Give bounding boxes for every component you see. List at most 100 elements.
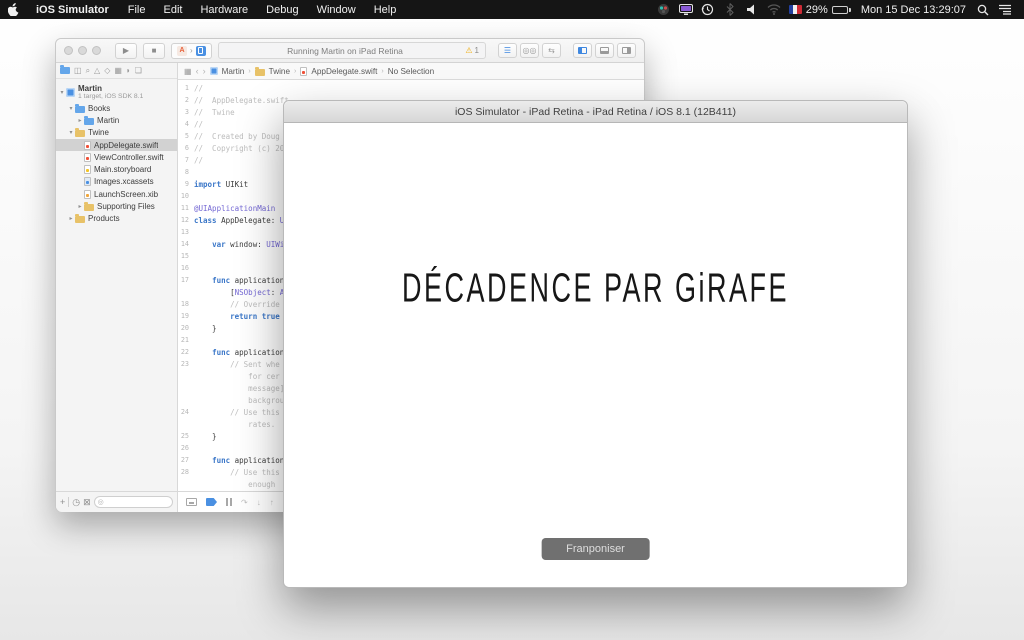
navigator-tab-project-icon[interactable]: [60, 65, 70, 76]
line-number: 25: [178, 432, 194, 440]
navigator-tab-symbols-icon[interactable]: ◫: [74, 66, 82, 75]
related-items-icon[interactable]: ▦: [184, 67, 192, 76]
run-button[interactable]: ▶: [115, 43, 137, 59]
swift-icon: [84, 153, 91, 162]
tree-item-products[interactable]: ▸Products: [56, 213, 177, 225]
breadcrumb-selection[interactable]: No Selection: [388, 67, 434, 76]
disclosure-triangle[interactable]: ▸: [67, 215, 75, 222]
navigator-toggle-button[interactable]: [573, 43, 592, 58]
line-number: 16: [178, 264, 194, 272]
back-button[interactable]: ‹: [196, 66, 199, 76]
time-machine-icon[interactable]: [699, 2, 717, 18]
breadcrumb-separator: ›: [248, 68, 250, 75]
apple-menu-icon[interactable]: [8, 3, 30, 16]
navigator-tab-breakpoints-icon[interactable]: ◗: [126, 66, 131, 75]
line-number: 12: [178, 216, 194, 224]
navigator-filter-field[interactable]: ◎: [94, 496, 173, 508]
tree-item-supporting-files[interactable]: ▸ Supporting Files: [56, 200, 177, 212]
disclosure-triangle[interactable]: ▾: [67, 129, 75, 136]
folder-icon: [255, 69, 265, 76]
navigator-tab-debug-icon[interactable]: ▦: [114, 66, 122, 75]
navigator-tab-reports-icon[interactable]: ❏: [135, 66, 142, 75]
input-source-french-flag-icon[interactable]: [789, 5, 802, 14]
warning-count[interactable]: 1: [475, 46, 479, 55]
tree-item-label: Main.storyboard: [94, 165, 151, 174]
tree-item-viewcontroller-swift[interactable]: ViewController.swift: [56, 151, 177, 163]
pause-execution-icon[interactable]: [226, 498, 232, 506]
menu-help[interactable]: Help: [374, 4, 397, 16]
app-segments-icon[interactable]: [655, 2, 673, 18]
code-text: // Use this: [194, 408, 280, 417]
tree-item-martin[interactable]: ▾Martin1 target, iOS SDK 8.1: [56, 82, 177, 102]
inspector-toggle-button[interactable]: [617, 43, 636, 58]
active-app-menu[interactable]: iOS Simulator: [36, 4, 109, 16]
menu-file[interactable]: File: [128, 4, 146, 16]
breakpoints-toggle-icon[interactable]: [206, 498, 217, 506]
source-control-filter-icon[interactable]: ⊠: [83, 497, 91, 508]
breadcrumb-group[interactable]: Twine: [269, 67, 290, 76]
tree-item-twine[interactable]: ▾Twine: [56, 127, 177, 139]
line-number: 17: [178, 276, 194, 284]
line-number: 27: [178, 456, 194, 464]
menu-hardware[interactable]: Hardware: [200, 4, 248, 16]
simulator-title-bar[interactable]: iOS Simulator - iPad Retina - iPad Retin…: [284, 101, 907, 123]
bluetooth-icon[interactable]: [721, 2, 739, 18]
navigator-tab-search-icon[interactable]: ⌕: [86, 66, 90, 76]
menu-window[interactable]: Window: [317, 4, 356, 16]
spotlight-icon[interactable]: [974, 2, 992, 18]
standard-editor-button[interactable]: ☰: [498, 43, 517, 58]
volume-icon[interactable]: [743, 2, 761, 18]
code-text: // Copyright (c) 20: [194, 144, 284, 153]
add-item-button[interactable]: +: [60, 497, 65, 507]
debug-area-toggle-button[interactable]: [595, 43, 614, 58]
code-line[interactable]: 1//: [178, 82, 644, 94]
debug-panel-toggle-icon[interactable]: [186, 498, 197, 506]
navigator-tab-issues-icon[interactable]: △: [94, 66, 100, 75]
project-icon: [210, 67, 218, 75]
version-editor-button[interactable]: ⇆: [542, 43, 561, 58]
line-number: 21: [178, 336, 194, 344]
battery-icon[interactable]: [832, 6, 851, 14]
code-text: rates.: [194, 420, 280, 429]
step-over-icon[interactable]: ↷: [241, 498, 248, 507]
display-icon[interactable]: [677, 2, 695, 18]
assistant-editor-button[interactable]: ◎◎: [520, 43, 539, 58]
tree-item-images-xcassets[interactable]: Images.xcassets: [56, 176, 177, 188]
scheme-selector[interactable]: A ›: [171, 43, 212, 59]
tree-item-martin[interactable]: ▸Martin: [56, 114, 177, 126]
breadcrumb-project[interactable]: Martin: [222, 67, 245, 76]
disclosure-triangle[interactable]: ▸: [76, 117, 84, 124]
line-number: 7: [178, 156, 194, 164]
notification-center-icon[interactable]: [996, 2, 1014, 18]
franponiser-button[interactable]: Franponiser: [541, 538, 650, 560]
stop-button[interactable]: ■: [143, 43, 165, 59]
navigator-tab-tests-icon[interactable]: ◇: [104, 66, 110, 75]
tree-item-books[interactable]: ▾Books: [56, 102, 177, 114]
tree-item-label: Supporting Files: [97, 202, 155, 211]
wifi-icon[interactable]: [765, 2, 783, 18]
tree-item-main-storyboard[interactable]: Main.storyboard: [56, 163, 177, 175]
storyboard-icon: [84, 165, 91, 174]
breadcrumb-file[interactable]: AppDelegate.swift: [311, 67, 377, 76]
forward-button[interactable]: ›: [203, 66, 206, 76]
warning-icon[interactable]: ⚠: [465, 46, 472, 55]
step-into-icon[interactable]: ↓: [257, 498, 261, 507]
navigator-tab-bar: ◫ ⌕ △ ◇ ▦ ◗ ❏: [56, 63, 177, 79]
minimize-window-button[interactable]: [78, 46, 87, 55]
menu-debug[interactable]: Debug: [266, 4, 298, 16]
line-number: 22: [178, 348, 194, 356]
activity-viewer: Running Martin on iPad Retina ⚠ 1: [218, 42, 486, 59]
menu-edit[interactable]: Edit: [163, 4, 182, 16]
tree-item-launchscreen-xib[interactable]: LaunchScreen.xib: [56, 188, 177, 200]
code-text: }: [194, 432, 217, 441]
zoom-window-button[interactable]: [92, 46, 101, 55]
disclosure-triangle[interactable]: ▾: [58, 89, 66, 96]
step-out-icon[interactable]: ↑: [270, 498, 274, 507]
close-window-button[interactable]: [64, 46, 73, 55]
recent-files-filter-icon[interactable]: ◷: [72, 497, 80, 508]
code-text: // AppDelegate.swift: [194, 96, 289, 105]
disclosure-triangle[interactable]: ▾: [67, 105, 75, 112]
menu-bar-clock[interactable]: Mon 15 Dec 13:29:07: [861, 4, 966, 16]
tree-item-appdelegate-swift[interactable]: AppDelegate.swift: [56, 139, 177, 151]
disclosure-triangle[interactable]: ▸: [76, 203, 84, 210]
